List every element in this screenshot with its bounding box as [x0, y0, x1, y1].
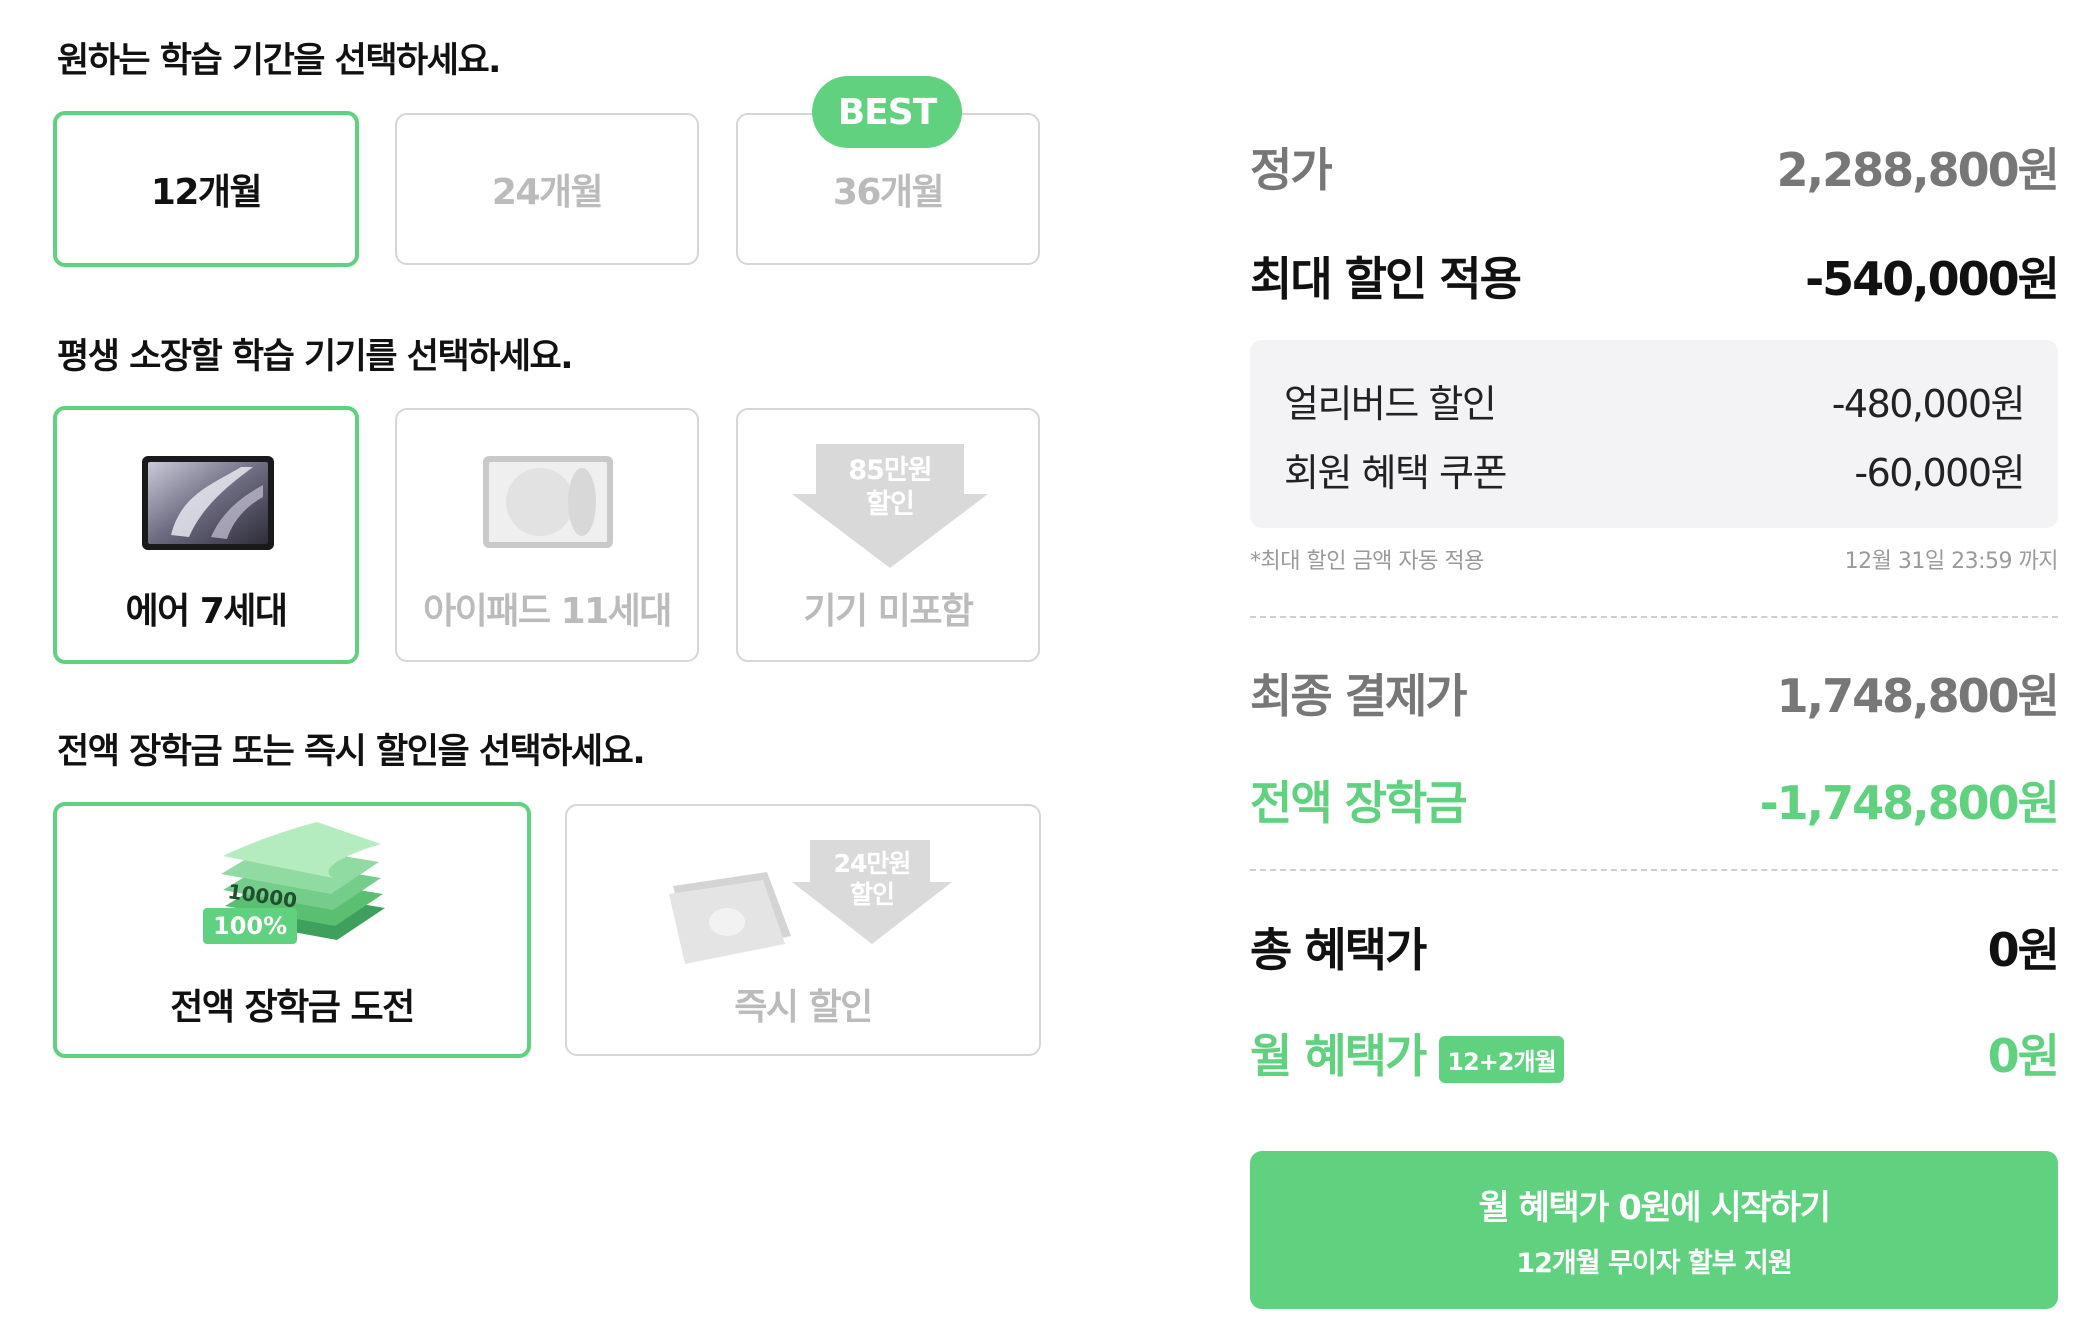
- period-option-24[interactable]: 24개월: [395, 113, 699, 265]
- ipad-icon: [483, 456, 613, 548]
- discount-row-earlybird: 얼리버드 할인 -480,000원: [1284, 373, 2026, 428]
- period-option-label: 24개월: [491, 172, 604, 213]
- scholarship-option-instant[interactable]: 24만원 할인 즉시 할인: [565, 804, 1041, 1056]
- scholarship-option-label: 즉시 할인: [734, 987, 873, 1028]
- list-price-value: 2,288,800원: [1776, 143, 2060, 197]
- divider: [1250, 616, 2058, 618]
- start-button[interactable]: 월 혜택가 0원에 시작하기 12개월 무이자 할부 지원: [1250, 1151, 2058, 1309]
- device-option-label: 기기 미포함: [803, 591, 974, 632]
- arrow-badge-amount: 24만원: [833, 849, 912, 878]
- arrow-badge-amount: 85만원: [848, 455, 932, 486]
- discount-label: 얼리버드 할인: [1284, 382, 1497, 426]
- arrow-badge-label: 할인: [866, 488, 915, 520]
- best-badge: BEST: [812, 76, 962, 148]
- discount-row-coupon: 회원 혜택 쿠폰 -60,000원: [1284, 442, 2025, 497]
- scholarship-option-full[interactable]: 10000 100% 전액 장학금 도전: [53, 802, 531, 1058]
- scholarship-option-label: 전액 장학금 도전: [170, 987, 415, 1028]
- max-discount-row: 최대 할인 적용 -540,000원: [1250, 243, 2060, 309]
- scholarship-label: 전액 장학금: [1250, 776, 1468, 830]
- device-option-air[interactable]: 에어 7세대: [53, 406, 359, 664]
- months-badge: 12+2개월: [1439, 1036, 1564, 1083]
- arrow-badge-label: 할인: [849, 880, 895, 910]
- period-option-label: 36개월: [832, 172, 945, 213]
- auto-apply-note: *최대 할인 금액 자동 적용: [1250, 549, 1484, 574]
- discount-label: 회원 혜택 쿠폰: [1284, 451, 1507, 495]
- discount-value: -60,000원: [1854, 451, 2025, 495]
- monthly-benefit-value: 0원: [1987, 1029, 2060, 1083]
- device-section-title: 평생 소장할 학습 기기를 선택하세요.: [57, 337, 574, 377]
- divider: [1250, 869, 2058, 871]
- period-option-label: 12개월: [150, 172, 263, 213]
- monthly-benefit-label-wrap: 월 혜택가 12+2개월: [1250, 1020, 1564, 1086]
- ipad-air-icon: [142, 456, 274, 550]
- deadline-note: 12월 31일 23:59 까지: [1844, 549, 2059, 574]
- discount-arrow-badge: 24만원 할인: [792, 840, 952, 944]
- list-price-row: 정가 2,288,800원: [1250, 134, 2060, 200]
- device-option-label: 에어 7세대: [125, 591, 288, 632]
- monthly-benefit-label: 월 혜택가: [1250, 1029, 1427, 1083]
- max-discount-label: 최대 할인 적용: [1250, 252, 1522, 306]
- discount-breakdown-box: 얼리버드 할인 -480,000원 회원 혜택 쿠폰 -60,000원: [1250, 340, 2058, 528]
- period-section-title: 원하는 학습 기간을 선택하세요.: [57, 41, 501, 81]
- total-benefit-value: 0원: [1987, 923, 2060, 977]
- scholarship-row: 전액 장학금 -1,748,800원: [1250, 767, 2060, 833]
- device-option-label: 아이패드 11세대: [423, 591, 672, 632]
- discount-note: *최대 할인 금액 자동 적용 12월 31일 23:59 까지: [1250, 543, 2059, 575]
- final-price-value: 1,748,800원: [1776, 669, 2060, 723]
- total-benefit-label: 총 혜택가: [1250, 923, 1427, 977]
- total-benefit-row: 총 혜택가 0원: [1250, 914, 2060, 980]
- device-option-none[interactable]: 85만원 할인 기기 미포함: [736, 408, 1040, 662]
- device-option-ipad[interactable]: 아이패드 11세대: [395, 408, 699, 662]
- max-discount-value: -540,000원: [1805, 252, 2060, 306]
- final-price-row: 최종 결제가 1,748,800원: [1250, 660, 2060, 726]
- start-button-label: 월 혜택가 0원에 시작하기: [1478, 1188, 1831, 1228]
- discount-arrow-badge: 85만원 할인: [792, 444, 988, 568]
- installment-label: 12개월 무이자 할부 지원: [1516, 1248, 1792, 1279]
- scholarship-value: -1,748,800원: [1759, 776, 2060, 830]
- cash-discount-icon: [669, 872, 791, 964]
- scholarship-section-title: 전액 장학금 또는 즉시 할인을 선택하세요.: [57, 732, 646, 772]
- pricing-page: 원하는 학습 기간을 선택하세요. 12개월 24개월 36개월 BEST 평생…: [0, 0, 2094, 1330]
- percent-badge: 100%: [203, 908, 298, 944]
- period-option-12[interactable]: 12개월: [53, 111, 359, 267]
- discount-value: -480,000원: [1831, 382, 2026, 426]
- list-price-label: 정가: [1250, 143, 1333, 197]
- monthly-benefit-row: 월 혜택가 12+2개월 0원: [1250, 1020, 2060, 1086]
- final-price-label: 최종 결제가: [1250, 669, 1468, 723]
